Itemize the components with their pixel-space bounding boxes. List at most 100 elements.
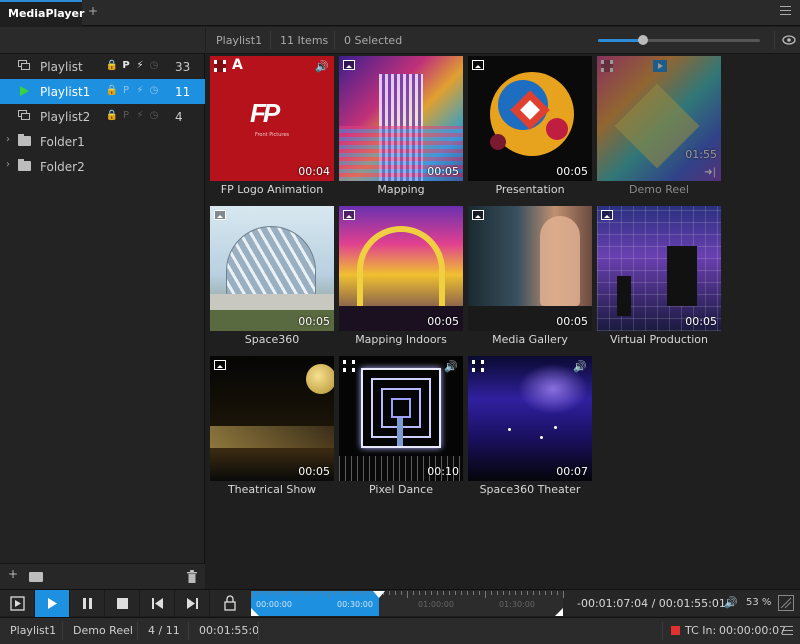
playlist-icon	[18, 60, 32, 72]
lightning-icon[interactable]: ⚡	[133, 60, 147, 71]
lightning-icon[interactable]: ⚡	[133, 110, 147, 121]
play-mode-button[interactable]	[0, 590, 35, 617]
media-card[interactable]: 01:55 ➜| Demo Reel	[597, 56, 721, 201]
volume-icon[interactable]: 🔊	[724, 596, 738, 609]
auto-badge: A	[232, 57, 243, 73]
timeline-tick	[443, 591, 444, 595]
p-flag[interactable]: P	[119, 110, 133, 121]
timeline-tick	[287, 591, 288, 595]
image-icon	[472, 60, 484, 70]
duration: 00:05	[556, 165, 588, 178]
trash-icon[interactable]	[186, 570, 198, 586]
media-name: Pixel Dance	[369, 483, 433, 496]
duration: 00:04	[298, 165, 330, 178]
lock-icon[interactable]	[215, 590, 245, 617]
expand-arrow-icon[interactable]: ›	[6, 134, 10, 145]
thumbnail: 00:05	[468, 206, 592, 331]
timeline-tick	[251, 591, 252, 598]
pause-button[interactable]	[70, 590, 105, 617]
status-position: 4 / 11	[148, 624, 180, 637]
playlist-flags: 🔒 P ⚡ ◷	[105, 60, 161, 71]
tree-item-label: Playlist2	[40, 110, 91, 124]
visibility-eye-icon[interactable]	[782, 34, 796, 49]
video-icon	[214, 60, 226, 72]
tree-item-folder2[interactable]: › Folder2	[0, 154, 205, 179]
media-card[interactable]: 🔊 00:07 Space360 Theater	[468, 356, 592, 501]
add-item-icon[interactable]: +	[8, 567, 18, 581]
play-button[interactable]	[35, 590, 70, 617]
item-count: 33	[175, 60, 191, 74]
media-card[interactable]: 00:05 Theatrical Show	[210, 356, 334, 501]
timeline-tick	[491, 591, 492, 595]
p-flag[interactable]: P	[119, 60, 133, 71]
tab-mediaplayer[interactable]: MediaPlayer	[0, 0, 84, 26]
image-icon	[343, 210, 355, 220]
volume-percent[interactable]: 53 %	[746, 597, 771, 608]
duration: 00:05	[427, 315, 459, 328]
media-card[interactable]: 00:05 Virtual Production	[597, 206, 721, 351]
media-card[interactable]: 00:05 Presentation	[468, 56, 592, 201]
new-folder-icon[interactable]	[29, 572, 43, 582]
item-count: 11	[175, 85, 191, 99]
media-name: Space360	[244, 333, 300, 346]
timeline-tick	[551, 591, 552, 595]
media-card[interactable]: 00:05 Space360	[210, 206, 334, 351]
timeline-scrubber[interactable]: 00:00:00 00:30:00 01:00:00 01:30:00	[251, 591, 564, 616]
timeline-tick	[533, 591, 534, 595]
timeline-tick	[479, 591, 480, 595]
previous-button[interactable]	[140, 590, 175, 617]
playhead-marker[interactable]	[372, 591, 385, 598]
image-icon	[214, 210, 226, 220]
timeline-tick	[437, 591, 438, 595]
media-name: Space360 Theater	[479, 483, 581, 496]
media-card[interactable]: 00:05 Mapping Indoors	[339, 206, 463, 351]
thumbnail: 01:55 ➜|	[597, 56, 721, 181]
timeline-tick	[449, 591, 450, 595]
media-card[interactable]: 00:05 Media Gallery	[468, 206, 592, 351]
thumbnail: 00:05	[339, 206, 463, 331]
next-button[interactable]	[175, 590, 210, 617]
media-card[interactable]: 🔊 00:10 Pixel Dance	[339, 356, 463, 501]
timeline-tick	[365, 591, 366, 595]
timeline-tick	[515, 591, 516, 595]
lightning-icon[interactable]: ⚡	[133, 85, 147, 96]
timeline-tick	[413, 591, 414, 595]
stop-button[interactable]	[105, 590, 140, 617]
duration: 00:05	[427, 165, 459, 178]
playlist-flags: 🔒 P ⚡ ◷	[105, 110, 161, 121]
tree-item-playlist1[interactable]: Playlist1 🔒 P ⚡ ◷ 11	[0, 79, 205, 104]
status-menu-icon[interactable]	[782, 626, 793, 638]
hamburger-menu-icon[interactable]	[780, 6, 792, 18]
thumbnail-size-slider[interactable]	[598, 35, 760, 45]
thumbnail: 🔊 00:07	[468, 356, 592, 481]
tree-item-folder1[interactable]: › Folder1	[0, 129, 205, 154]
lock-icon[interactable]: 🔒	[105, 85, 119, 96]
next-clip-icon: ➜|	[704, 167, 716, 178]
tree-item-playlist[interactable]: Playlist 🔒 P ⚡ ◷ 33	[0, 54, 205, 79]
tree-item-playlist2[interactable]: Playlist2 🔒 P ⚡ ◷ 4	[0, 104, 205, 129]
p-flag[interactable]: P	[119, 85, 133, 96]
playing-indicator-icon	[653, 60, 667, 72]
items-count-label: 11 Items	[280, 34, 329, 47]
timeline-tick	[353, 591, 354, 595]
timeline-tick	[323, 591, 324, 595]
clock-icon[interactable]: ◷	[147, 85, 161, 96]
slider-handle[interactable]	[638, 35, 649, 45]
play-indicator-icon	[18, 85, 32, 97]
media-card[interactable]: FP Front Pictures A 🔊 00:04 FP Logo Anim…	[210, 56, 334, 201]
out-point-marker[interactable]	[555, 608, 563, 616]
item-count: 4	[175, 110, 183, 124]
lock-icon[interactable]: 🔒	[105, 60, 119, 71]
add-tab-button[interactable]: +	[88, 4, 98, 18]
clock-icon[interactable]: ◷	[147, 60, 161, 71]
fullscreen-icon[interactable]	[778, 595, 794, 611]
media-card[interactable]: 00:05 Mapping	[339, 56, 463, 201]
clock-icon[interactable]: ◷	[147, 110, 161, 121]
in-point-marker[interactable]	[251, 608, 259, 616]
lock-icon[interactable]: 🔒	[105, 110, 119, 121]
media-grid: FP Front Pictures A 🔊 00:04 FP Logo Anim…	[206, 55, 800, 589]
expand-arrow-icon[interactable]: ›	[6, 159, 10, 170]
timeline-tick	[275, 591, 276, 595]
transport-bar: 00:00:00 00:30:00 01:00:00 01:30:00 -00:…	[0, 589, 800, 617]
status-bar: Playlist1 Demo Reel 4 / 11 00:01:55:0 TC…	[0, 617, 800, 644]
